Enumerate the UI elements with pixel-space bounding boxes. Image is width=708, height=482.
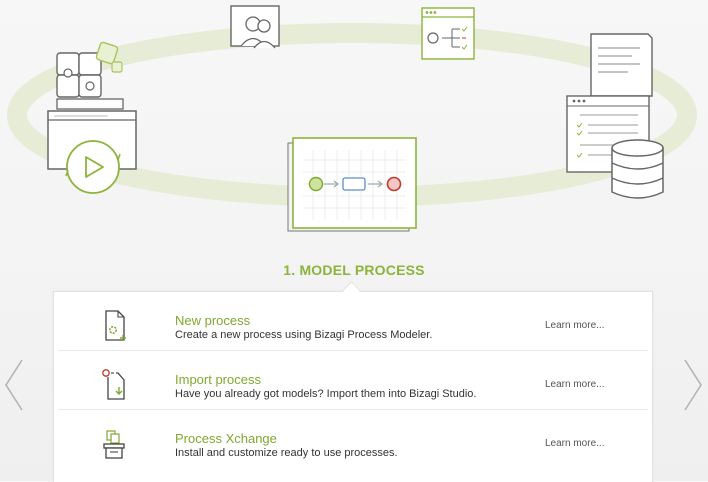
chevron-left-icon: [5, 359, 23, 411]
prev-stage-button[interactable]: [3, 358, 25, 412]
options-panel: New process Create a new process using B…: [53, 291, 653, 482]
option-title[interactable]: Import process: [175, 372, 261, 387]
option-description: Create a new process using Bizagi Proces…: [175, 329, 433, 341]
users-stage-icon[interactable]: [230, 5, 280, 49]
learn-more-link[interactable]: Learn more...: [545, 379, 604, 390]
next-stage-button[interactable]: [682, 358, 704, 412]
option-new-process[interactable]: New process Create a new process using B…: [58, 292, 648, 351]
learn-more-link[interactable]: Learn more...: [545, 438, 604, 449]
step-title: 1. MODEL PROCESS: [283, 262, 425, 278]
database-icon: [611, 139, 664, 199]
play-icon: [65, 140, 121, 194]
option-process-xchange[interactable]: Process Xchange Install and customize re…: [58, 410, 648, 469]
import-file-icon: [102, 369, 125, 400]
chevron-right-icon: [684, 359, 702, 411]
option-title[interactable]: New process: [175, 313, 250, 328]
rules-stage-icon[interactable]: [421, 7, 475, 60]
option-title[interactable]: Process Xchange: [175, 431, 277, 446]
learn-more-link[interactable]: Learn more...: [545, 320, 604, 331]
stages-illustration: [7, 5, 697, 232]
puzzle-icon: [56, 41, 123, 98]
option-import-process[interactable]: Import process Have you already got mode…: [58, 351, 648, 410]
new-process-file-icon: [105, 310, 126, 341]
process-xchange-icon: [103, 430, 125, 459]
option-description: Have you already got models? Import them…: [175, 388, 477, 400]
option-description: Install and customize ready to use proce…: [175, 447, 398, 459]
model-process-stage-card[interactable]: [287, 137, 417, 232]
